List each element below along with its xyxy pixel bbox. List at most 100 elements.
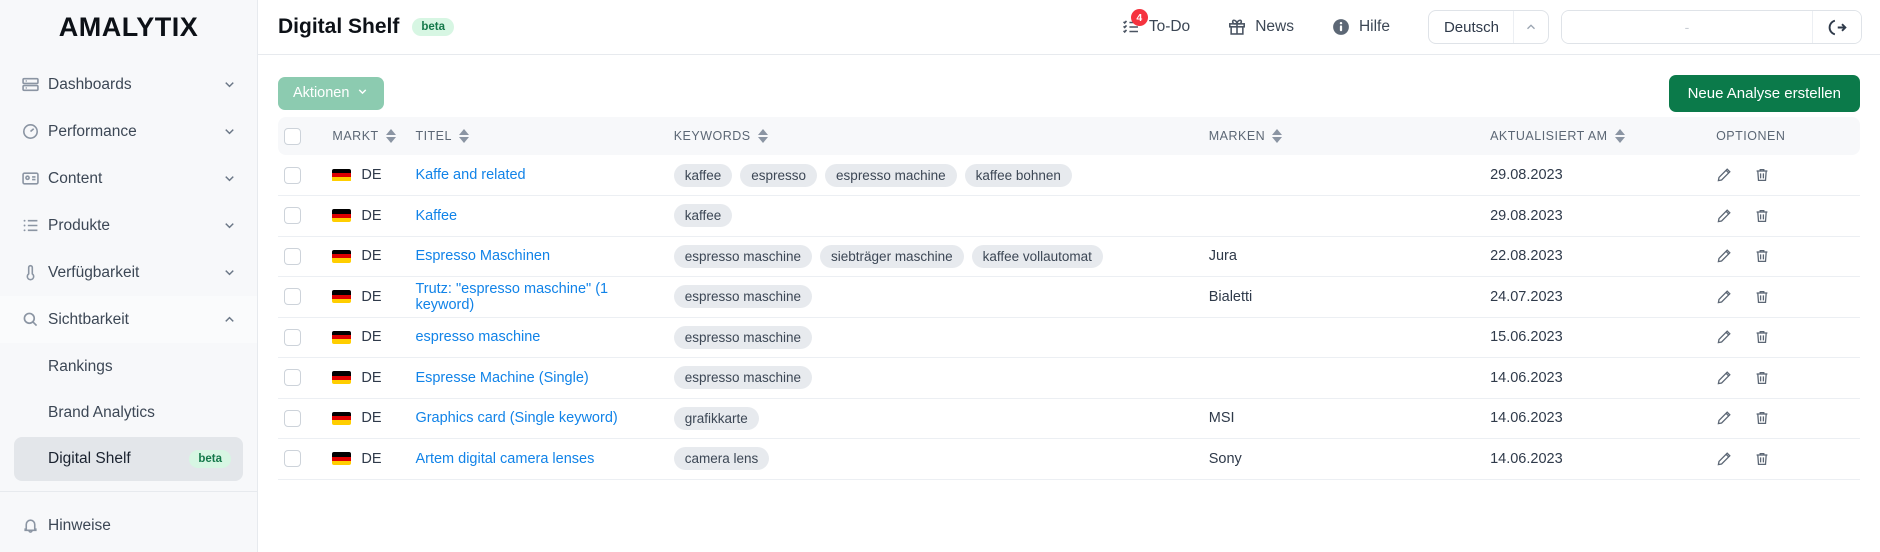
analysis-title-link[interactable]: Artem digital camera lenses bbox=[415, 451, 594, 467]
help-link[interactable]: Hilfe bbox=[1332, 18, 1390, 36]
row-marken-cell: Jura bbox=[1202, 236, 1485, 277]
row-checkbox-cell bbox=[278, 276, 327, 318]
table-row: DE espresso maschine espresso maschine 15.0… bbox=[278, 317, 1860, 358]
table-header-marken[interactable]: MARKEN bbox=[1202, 117, 1485, 155]
sidebar-item-performance[interactable]: Performance bbox=[0, 108, 257, 155]
table-row: DE Graphics card (Single keyword) grafikka… bbox=[278, 398, 1860, 439]
keyword-tag: camera lens bbox=[673, 447, 770, 471]
flag-de-icon bbox=[332, 290, 352, 304]
chevron-down-icon[interactable] bbox=[222, 218, 237, 233]
trash-icon[interactable] bbox=[1754, 248, 1770, 264]
sidebar-item-content[interactable]: Content bbox=[0, 155, 257, 202]
sort-icon[interactable] bbox=[1272, 129, 1283, 143]
column-label: AKTUALISIERT AM bbox=[1490, 129, 1608, 143]
sidebar-item-verfuegbarkeit[interactable]: Verfügbarkeit bbox=[0, 249, 257, 296]
todo-badge: 4 bbox=[1130, 9, 1148, 26]
sort-icon[interactable] bbox=[458, 129, 469, 143]
analysis-title-link[interactable]: Espresso Maschinen bbox=[415, 248, 550, 264]
flag-de-icon bbox=[332, 168, 352, 182]
todo-link[interactable]: 4 To-Do bbox=[1122, 9, 1190, 36]
sidebar-item-rankings[interactable]: Rankings bbox=[14, 345, 243, 389]
table-header-keywords[interactable]: KEYWORDS bbox=[667, 117, 1203, 155]
brand-logo[interactable]: AMALYTIX bbox=[0, 0, 257, 55]
sidebar-item-sichtbarkeit[interactable]: Sichtbarkeit bbox=[0, 296, 257, 343]
new-analysis-button[interactable]: Neue Analyse erstellen bbox=[1668, 74, 1860, 112]
trash-icon[interactable] bbox=[1754, 451, 1770, 467]
row-keywords-cell: espresso maschine bbox=[667, 317, 1203, 358]
sidebar-subitem-label: Brand Analytics bbox=[48, 404, 155, 421]
chevron-down-icon[interactable] bbox=[222, 77, 237, 92]
sidebar-item-digital-shelf[interactable]: Digital Shelf beta bbox=[14, 437, 243, 481]
row-markt-cell: DE bbox=[326, 398, 410, 439]
pencil-icon[interactable] bbox=[1716, 329, 1732, 345]
table-header-titel[interactable]: TITEL bbox=[409, 117, 668, 155]
trash-icon[interactable] bbox=[1754, 208, 1770, 224]
analysis-title-link[interactable]: Kaffee bbox=[415, 208, 457, 224]
row-keywords-cell: grafikkarte bbox=[667, 398, 1203, 439]
page-title: Digital Shelf bbox=[278, 15, 400, 38]
flag-de-icon bbox=[332, 330, 352, 344]
select-all-checkbox[interactable] bbox=[284, 127, 301, 145]
chevron-up-icon[interactable] bbox=[222, 312, 237, 327]
pencil-icon[interactable] bbox=[1716, 167, 1732, 183]
row-checkbox[interactable] bbox=[284, 207, 301, 225]
table-header-optionen: OPTIONEN bbox=[1710, 117, 1860, 155]
analysis-title-link[interactable]: Kaffe and related bbox=[415, 167, 525, 183]
sort-icon[interactable] bbox=[385, 129, 396, 143]
pencil-icon[interactable] bbox=[1716, 370, 1732, 386]
table-row: DE Espresso Maschinen espresso maschine sie… bbox=[278, 236, 1860, 277]
analysis-title-link[interactable]: espresso maschine bbox=[415, 329, 540, 345]
analysis-title-link[interactable]: Graphics card (Single keyword) bbox=[415, 410, 617, 426]
chevron-up-icon[interactable] bbox=[1514, 20, 1548, 34]
table-header-markt[interactable]: MARKT bbox=[326, 117, 410, 155]
sort-icon[interactable] bbox=[757, 129, 768, 143]
sidebar-item-dashboards[interactable]: Dashboards bbox=[0, 61, 257, 108]
keyword-tag: espresso machine bbox=[825, 163, 957, 187]
row-checkbox[interactable] bbox=[284, 409, 301, 427]
row-updated-cell: 15.06.2023 bbox=[1484, 317, 1711, 358]
row-checkbox[interactable] bbox=[284, 166, 301, 184]
row-checkbox[interactable] bbox=[284, 450, 301, 468]
actions-button[interactable]: Aktionen bbox=[278, 76, 385, 110]
language-select[interactable]: Deutsch bbox=[1427, 10, 1549, 44]
analysis-title-link[interactable]: Trutz: "espresso maschine" (1 keyword) bbox=[415, 281, 608, 313]
trash-icon[interactable] bbox=[1754, 370, 1770, 386]
keyword-tag: espresso maschine bbox=[673, 285, 813, 309]
account-search-input[interactable] bbox=[1562, 11, 1812, 43]
chevron-down-icon[interactable] bbox=[222, 124, 237, 139]
sidebar-item-label: Performance bbox=[48, 122, 137, 140]
trash-icon[interactable] bbox=[1754, 410, 1770, 426]
table-header-aktualisiert-am[interactable]: AKTUALISIERT AM bbox=[1484, 117, 1711, 155]
sidebar-item-brand-analytics[interactable]: Brand Analytics bbox=[14, 391, 243, 435]
row-keywords-cell: espresso maschine bbox=[667, 276, 1203, 318]
row-checkbox[interactable] bbox=[284, 288, 301, 306]
pencil-icon[interactable] bbox=[1716, 410, 1732, 426]
sidebar-subitem-label: Rankings bbox=[48, 358, 113, 375]
row-checkbox[interactable] bbox=[284, 247, 301, 265]
pencil-icon[interactable] bbox=[1716, 248, 1732, 264]
sort-icon[interactable] bbox=[1614, 129, 1625, 143]
trash-icon[interactable] bbox=[1754, 289, 1770, 305]
trash-icon[interactable] bbox=[1754, 167, 1770, 183]
analysis-title-link[interactable]: Espresse Machine (Single) bbox=[415, 370, 588, 386]
row-updated-cell: 29.08.2023 bbox=[1484, 195, 1711, 237]
help-label: Hilfe bbox=[1358, 18, 1390, 35]
news-link[interactable]: News bbox=[1228, 18, 1294, 36]
trash-icon[interactable] bbox=[1754, 329, 1770, 345]
row-marken-cell: Bialetti bbox=[1202, 276, 1485, 318]
row-checkbox[interactable] bbox=[284, 369, 301, 387]
row-checkbox-cell bbox=[278, 398, 327, 439]
pencil-icon[interactable] bbox=[1716, 289, 1732, 305]
sidebar-item-hinweise[interactable]: Hinweise bbox=[0, 502, 257, 549]
pencil-icon[interactable] bbox=[1716, 208, 1732, 224]
row-keywords-cell: kaffee bbox=[667, 195, 1203, 237]
row-checkbox[interactable] bbox=[284, 328, 301, 346]
logout-button[interactable] bbox=[1813, 11, 1861, 43]
sidebar-item-produkte[interactable]: Produkte bbox=[0, 202, 257, 249]
pencil-icon[interactable] bbox=[1716, 451, 1732, 467]
row-updated-cell: 22.08.2023 bbox=[1484, 236, 1711, 277]
chevron-down-icon[interactable] bbox=[222, 171, 237, 186]
sidebar-subitem-label: Digital Shelf bbox=[48, 450, 131, 467]
row-titel-cell: espresso maschine bbox=[409, 317, 668, 358]
chevron-down-icon[interactable] bbox=[222, 265, 237, 280]
